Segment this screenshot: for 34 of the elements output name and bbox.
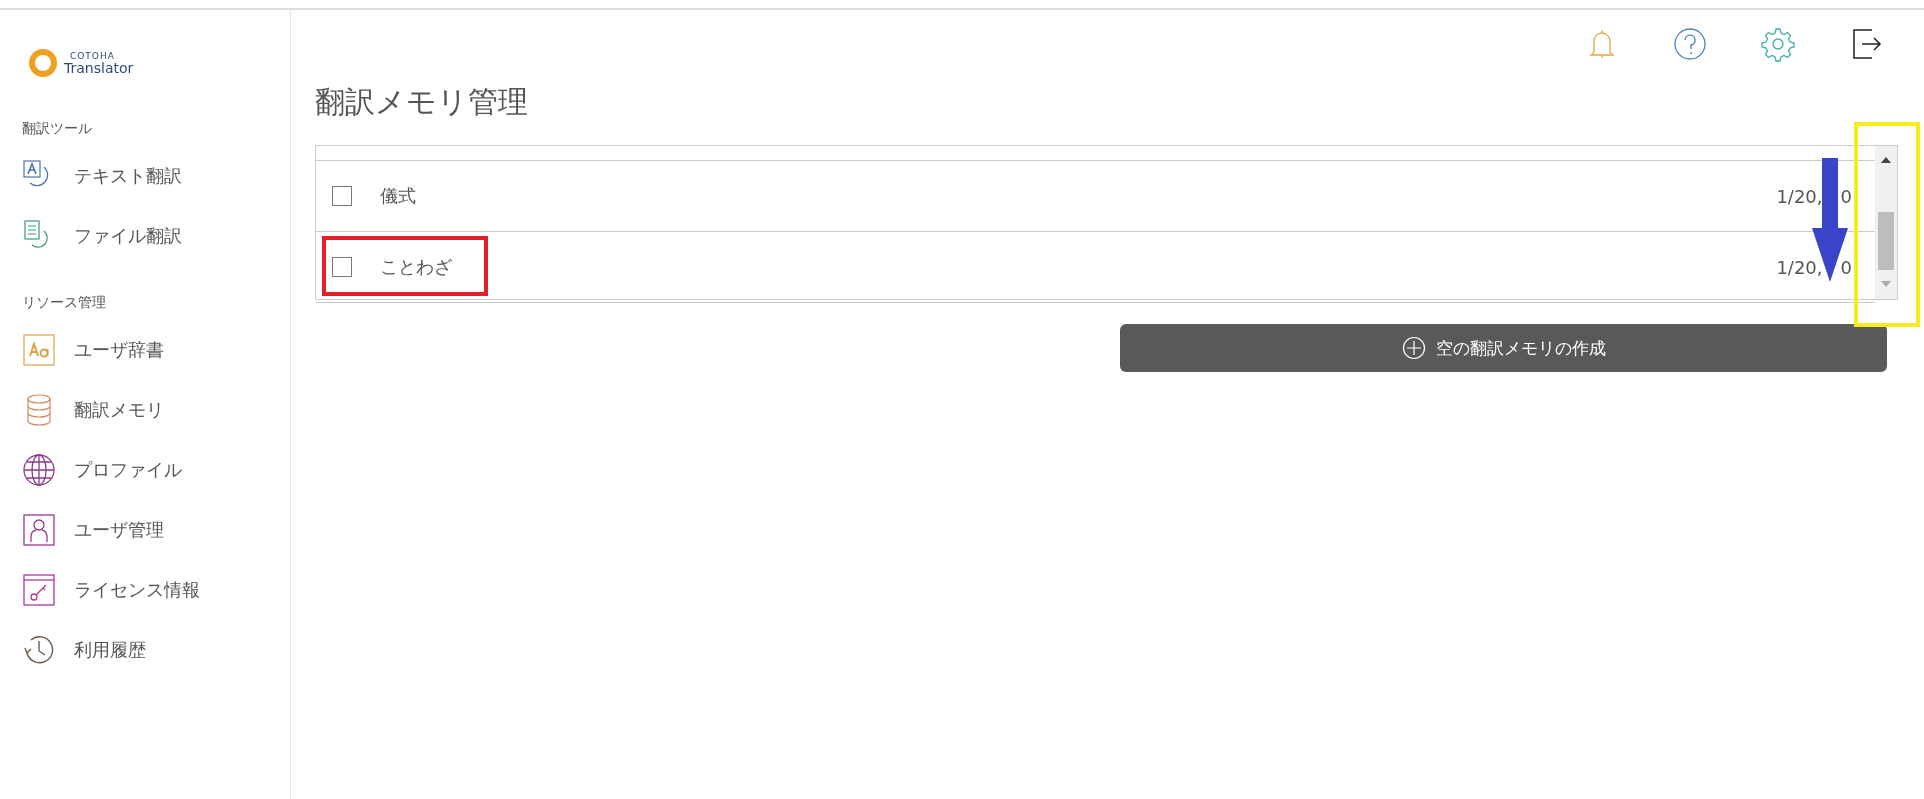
entry-count: 0: [1840, 185, 1852, 207]
logo-text: Translator: [64, 60, 134, 75]
section-heading: リソース管理: [22, 294, 107, 312]
scroll-down-icon[interactable]: [1881, 280, 1891, 288]
section-heading: 翻訳ツール: [22, 120, 93, 138]
sidebar-item[interactable]: ファイル翻訳: [22, 206, 290, 266]
memory-name: ことわざ: [380, 255, 453, 279]
memory-name: 儀式: [380, 184, 417, 208]
sidebar-item[interactable]: テキスト翻訳: [22, 146, 290, 206]
help-icon[interactable]: [1672, 26, 1708, 62]
scrollbar[interactable]: [1875, 146, 1897, 299]
user-icon: [22, 513, 56, 547]
sidebar-item[interactable]: ライセンス情報: [22, 560, 290, 620]
key-icon: [22, 573, 56, 607]
sidebar-item[interactable]: プロファイル: [22, 440, 290, 500]
sidebar-item[interactable]: 翻訳メモリ: [22, 380, 290, 440]
entry-count: 0: [1840, 256, 1852, 278]
scroll-up-icon[interactable]: [1881, 156, 1891, 164]
dictionary-icon: [22, 333, 56, 367]
sidebar-item[interactable]: ユーザ管理: [22, 500, 290, 560]
entry-count: 1/20,: [1776, 256, 1823, 278]
sidebar-item[interactable]: 利用履歴: [22, 620, 290, 680]
history-icon: [22, 633, 56, 667]
settings-icon[interactable]: [1760, 26, 1796, 62]
logo-text: COTOHA: [70, 51, 116, 61]
entry-count: 1/20,: [1776, 185, 1823, 207]
row-checkbox[interactable]: [332, 186, 352, 206]
plus-circle-icon: [1401, 336, 1426, 360]
row-checkbox[interactable]: [332, 257, 352, 277]
create-memory-button[interactable]: 空の翻訳メモリの作成: [1120, 324, 1887, 372]
sidebar-item[interactable]: ユーザ辞書: [22, 320, 290, 380]
logo-ring-icon: [28, 48, 58, 78]
page-title: 翻訳メモリ管理: [315, 83, 529, 121]
globe-icon: [22, 453, 56, 487]
